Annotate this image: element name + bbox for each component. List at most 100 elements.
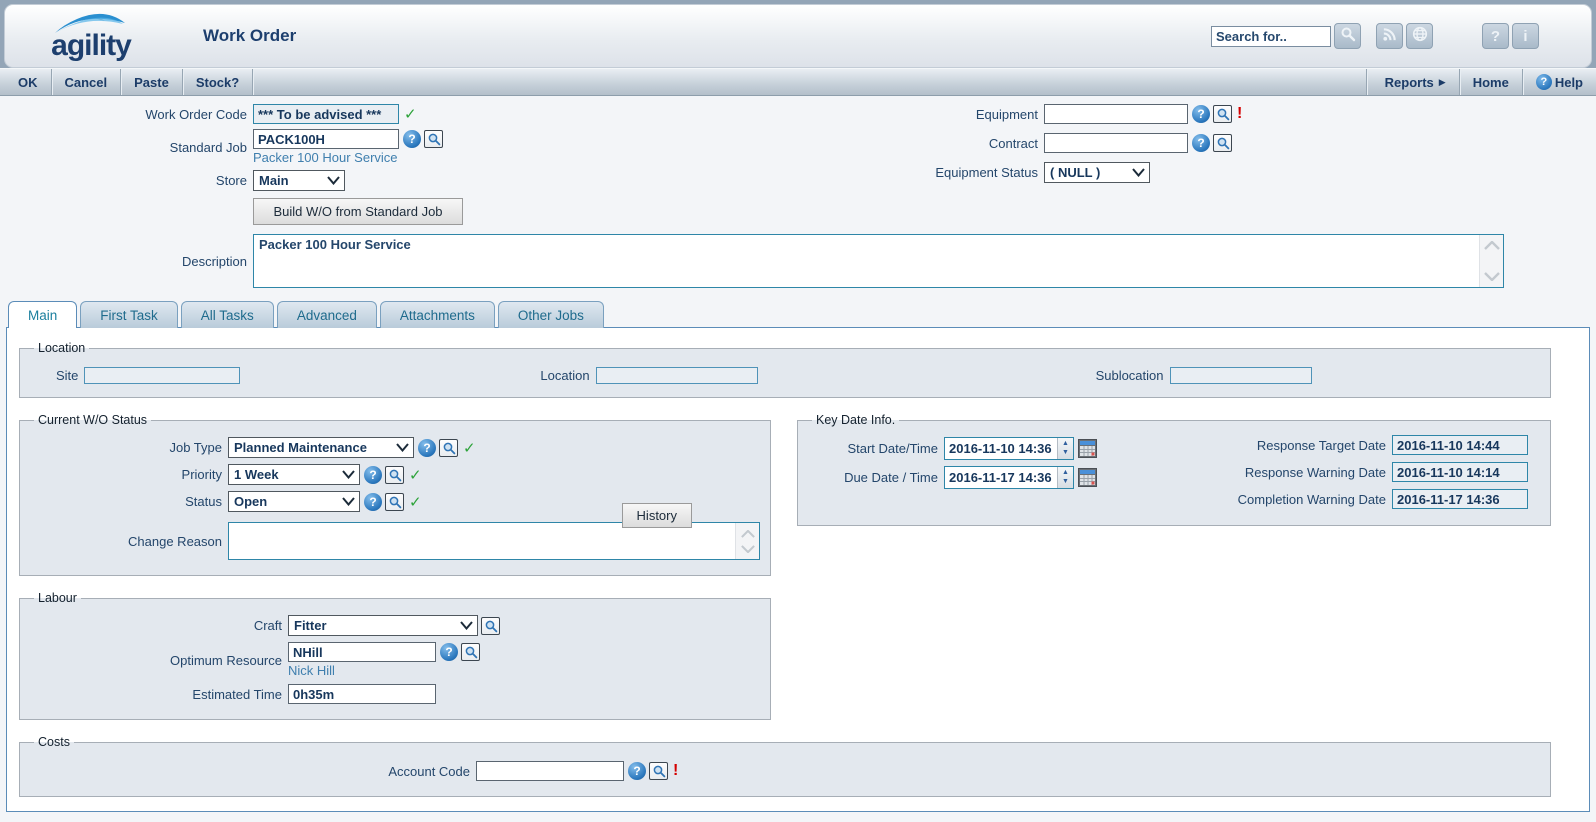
help-icon[interactable]: ? [418, 439, 436, 457]
lookup-icon[interactable] [1213, 105, 1232, 123]
step-up-icon[interactable]: ▲ [1062, 469, 1069, 477]
textarea-scrollbar[interactable] [1479, 235, 1503, 287]
contract-input[interactable] [1044, 133, 1188, 153]
tab-first-task[interactable]: First Task [80, 301, 178, 328]
standard-job-link[interactable]: Packer 100 Hour Service [253, 150, 443, 165]
work-order-code-label: Work Order Code [0, 107, 253, 122]
tab-main[interactable]: Main [8, 301, 77, 328]
description-textarea[interactable]: Packer 100 Hour Service [254, 235, 1479, 287]
tab-bar: Main First Task All Tasks Advanced Attac… [0, 301, 1596, 327]
craft-value: Fitter [294, 618, 327, 633]
date-stepper[interactable]: ▲ ▼ [1057, 467, 1073, 488]
location-input[interactable] [596, 367, 758, 384]
rss-button[interactable] [1376, 23, 1403, 49]
job-type-select[interactable]: Planned Maintenance [228, 437, 414, 458]
standard-job-input[interactable] [253, 129, 399, 149]
sublocation-input[interactable] [1170, 367, 1312, 384]
lookup-icon[interactable] [481, 617, 500, 635]
optimum-resource-input[interactable] [288, 642, 436, 662]
chevron-down-icon [396, 440, 409, 455]
step-down-icon[interactable]: ▼ [1062, 449, 1069, 457]
help-icon[interactable]: ? [364, 493, 382, 511]
response-target-value [1392, 435, 1528, 455]
change-reason-label: Change Reason [28, 534, 228, 549]
work-order-header-form: Work Order Code ✓ Standard Job ? Packer … [0, 96, 1596, 299]
home-button[interactable]: Home [1459, 69, 1522, 95]
account-code-input[interactable] [476, 761, 624, 781]
help-label: Help [1555, 75, 1583, 90]
chevron-down-icon [342, 494, 355, 509]
store-select[interactable]: Main [253, 170, 345, 191]
due-date-input[interactable] [945, 467, 1057, 488]
help-icon[interactable]: ? [1192, 105, 1210, 123]
priority-select[interactable]: 1 Week [228, 464, 360, 485]
calendar-icon[interactable] [1078, 439, 1097, 458]
help-icon[interactable]: ? [403, 130, 421, 148]
calendar-icon[interactable] [1078, 468, 1097, 487]
step-up-icon[interactable]: ▲ [1062, 440, 1069, 448]
build-wo-button[interactable]: Build W/O from Standard Job [253, 198, 463, 225]
ok-button[interactable]: OK [0, 69, 52, 95]
craft-select[interactable]: Fitter [288, 615, 478, 636]
info-button[interactable]: i [1512, 23, 1539, 49]
priority-value: 1 Week [234, 467, 279, 482]
help-button[interactable]: ? [1482, 23, 1509, 49]
date-stepper[interactable]: ▲ ▼ [1057, 438, 1073, 459]
lookup-icon[interactable] [385, 493, 404, 511]
status-select[interactable]: Open [228, 491, 360, 512]
work-order-code-input[interactable] [253, 104, 399, 124]
start-date-input[interactable] [945, 438, 1057, 459]
tab-all-tasks[interactable]: All Tasks [181, 301, 274, 328]
equipment-label: Equipment [878, 107, 1044, 122]
tab-advanced[interactable]: Advanced [277, 301, 377, 328]
lookup-icon[interactable] [385, 466, 404, 484]
valid-check-icon: ✓ [409, 493, 422, 511]
history-button[interactable]: History [622, 503, 692, 528]
optimum-resource-link[interactable]: Nick Hill [288, 663, 480, 678]
site-input[interactable] [84, 367, 240, 384]
help-menu-button[interactable]: ? Help [1522, 69, 1596, 95]
web-button[interactable] [1406, 23, 1433, 49]
contract-label: Contract [878, 136, 1044, 151]
scroll-down-icon[interactable] [1484, 269, 1500, 284]
job-type-value: Planned Maintenance [234, 440, 367, 455]
help-icon[interactable]: ? [1192, 134, 1210, 152]
estimated-time-input[interactable] [288, 684, 436, 704]
site-label: Site [56, 368, 84, 383]
change-reason-textarea[interactable] [229, 523, 735, 559]
paste-button[interactable]: Paste [121, 69, 183, 95]
equipment-status-label: Equipment Status [878, 165, 1044, 180]
optimum-resource-label: Optimum Resource [28, 653, 288, 668]
step-down-icon[interactable]: ▼ [1062, 478, 1069, 486]
equipment-status-select[interactable]: ( NULL ) [1044, 162, 1150, 183]
required-icon: ! [673, 762, 678, 780]
cancel-button[interactable]: Cancel [52, 69, 122, 95]
lookup-icon[interactable] [461, 643, 480, 661]
search-button[interactable] [1334, 23, 1361, 49]
start-date-label: Start Date/Time [806, 441, 944, 456]
tab-other-jobs[interactable]: Other Jobs [498, 301, 604, 328]
scroll-up-icon[interactable] [1484, 238, 1500, 253]
help-icon[interactable]: ? [628, 762, 646, 780]
equipment-input[interactable] [1044, 104, 1188, 124]
chevron-down-icon [327, 173, 340, 188]
response-warning-value [1392, 462, 1528, 482]
textarea-scrollbar[interactable] [735, 523, 759, 559]
lookup-icon[interactable] [439, 439, 458, 457]
lookup-icon[interactable] [1213, 134, 1232, 152]
scroll-down-icon[interactable] [741, 541, 755, 556]
lookup-icon[interactable] [424, 130, 443, 148]
location-label: Location [540, 368, 595, 383]
due-date-label: Due Date / Time [806, 470, 944, 485]
location-legend: Location [34, 341, 89, 355]
search-input[interactable] [1211, 26, 1331, 47]
lookup-icon[interactable] [649, 762, 668, 780]
scroll-up-icon[interactable] [741, 526, 755, 541]
tab-attachments[interactable]: Attachments [380, 301, 495, 328]
help-icon[interactable]: ? [440, 643, 458, 661]
help-icon[interactable]: ? [364, 466, 382, 484]
agility-logo[interactable]: agility [31, 11, 151, 61]
reports-menu[interactable]: Reports ▶ [1366, 69, 1459, 95]
stock-button[interactable]: Stock? [183, 69, 253, 95]
job-type-label: Job Type [28, 440, 228, 455]
